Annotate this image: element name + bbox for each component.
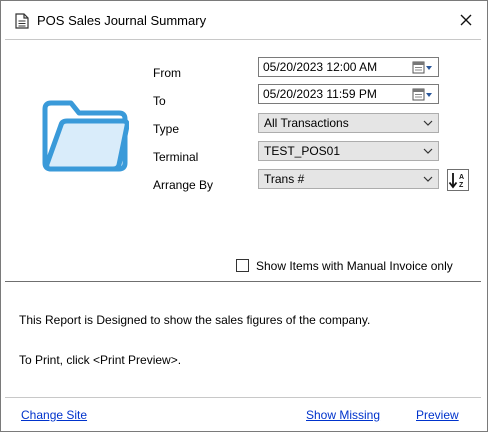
description-line-2: To Print, click <Print Preview>. <box>19 353 182 367</box>
calendar-dropdown-icon[interactable] <box>412 88 434 101</box>
description-line-1: This Report is Designed to show the sale… <box>19 313 371 327</box>
terminal-value: TEST_POS01 <box>264 144 341 158</box>
footer-divider <box>5 397 481 398</box>
type-label: Type <box>153 122 180 136</box>
close-button[interactable] <box>451 5 481 35</box>
chevron-down-icon <box>423 120 433 126</box>
show-missing-link[interactable]: Show Missing <box>306 408 380 422</box>
type-value: All Transactions <box>264 116 349 130</box>
to-label: To <box>153 94 166 108</box>
arrange-by-label: Arrange By <box>153 178 214 192</box>
type-select[interactable]: All Transactions <box>258 113 439 133</box>
chevron-down-icon <box>423 176 433 182</box>
svg-text:A: A <box>459 174 464 181</box>
to-datetime-picker[interactable]: 05/20/2023 11:59 PM <box>258 84 439 104</box>
svg-text:Z: Z <box>459 182 464 189</box>
change-site-link[interactable]: Change Site <box>21 408 87 422</box>
from-datetime-picker[interactable]: 05/20/2023 12:00 AM <box>258 57 439 77</box>
arrange-by-value: Trans # <box>264 172 305 186</box>
arrange-by-select[interactable]: Trans # <box>258 169 439 189</box>
calendar-dropdown-icon[interactable] <box>412 61 434 74</box>
manual-invoice-label[interactable]: Show Items with Manual Invoice only <box>256 259 453 273</box>
from-value: 05/20/2023 12:00 AM <box>263 60 378 74</box>
terminal-select[interactable]: TEST_POS01 <box>258 141 439 161</box>
report-document-icon <box>15 13 29 29</box>
manual-invoice-checkbox[interactable] <box>236 259 249 272</box>
to-value: 05/20/2023 11:59 PM <box>263 87 377 101</box>
window-title: POS Sales Journal Summary <box>37 13 207 28</box>
chevron-down-icon <box>423 148 433 154</box>
folder-icon <box>42 100 129 172</box>
sort-az-icon: A Z <box>448 173 464 189</box>
terminal-label: Terminal <box>153 150 199 164</box>
pos-sales-journal-summary-dialog: POS Sales Journal Summary From 05/20/202… <box>0 0 488 432</box>
from-label: From <box>153 66 181 80</box>
title-bar: POS Sales Journal Summary <box>1 1 487 39</box>
close-icon <box>460 14 472 26</box>
preview-link[interactable]: Preview <box>416 408 459 422</box>
sort-order-button[interactable]: A Z <box>447 169 469 191</box>
